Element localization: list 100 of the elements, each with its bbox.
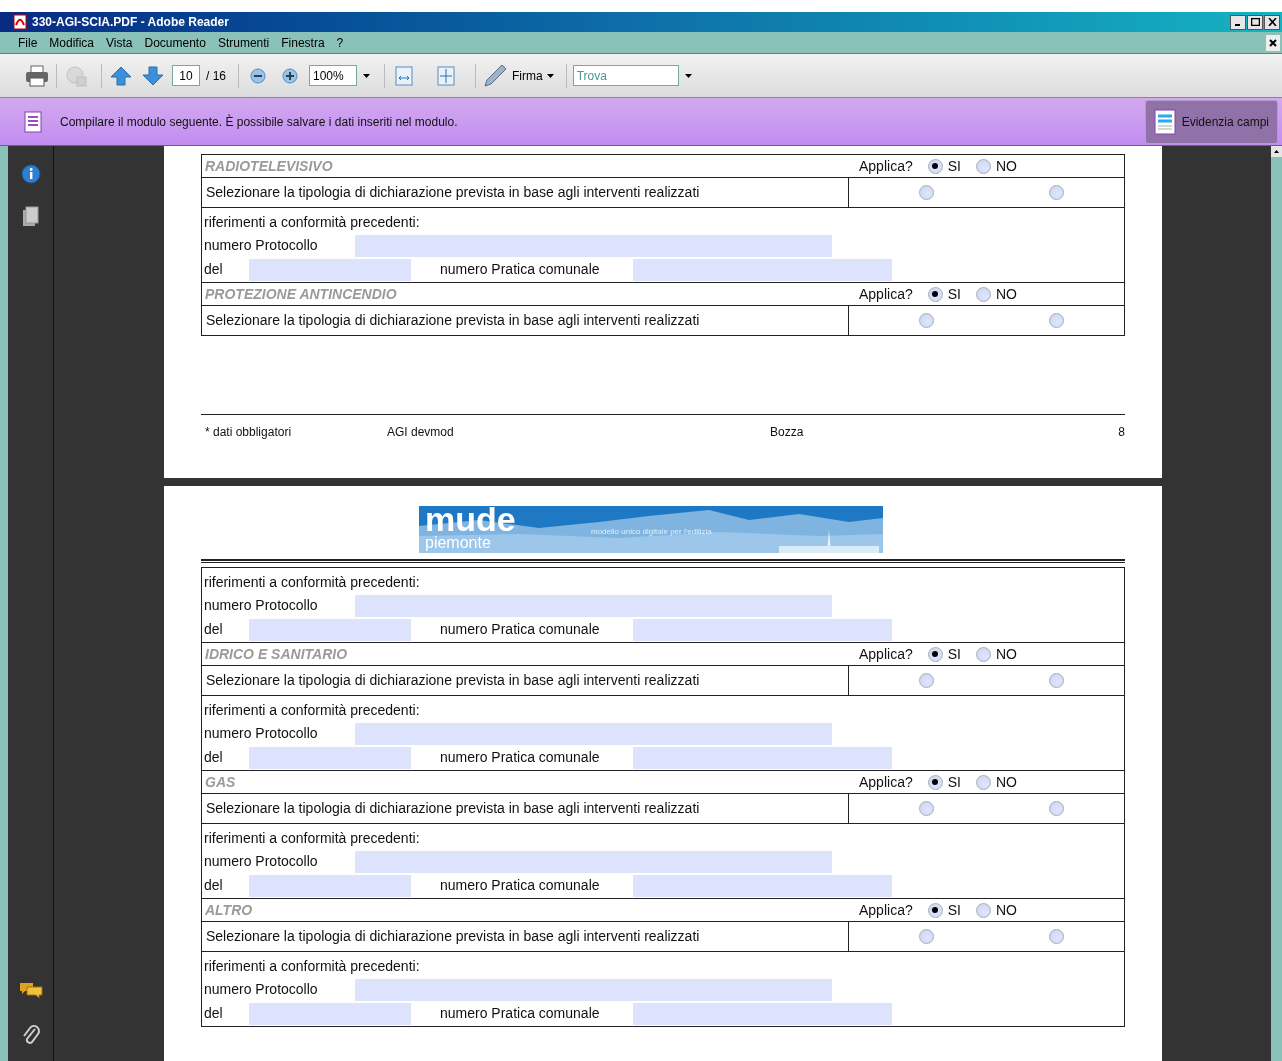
radio-label: SI bbox=[947, 156, 961, 176]
paperclip-icon[interactable] bbox=[20, 1023, 41, 1047]
radio-button[interactable] bbox=[919, 801, 934, 816]
radio-button[interactable] bbox=[1049, 801, 1064, 816]
close-button[interactable] bbox=[1264, 14, 1280, 30]
caret-icon[interactable] bbox=[684, 73, 692, 78]
input-field[interactable] bbox=[249, 746, 411, 769]
radio-button[interactable] bbox=[919, 185, 934, 200]
close-icon bbox=[1267, 18, 1277, 26]
radio-button[interactable] bbox=[1049, 929, 1064, 944]
minimize-button[interactable] bbox=[1230, 14, 1246, 30]
input-field[interactable] bbox=[249, 618, 411, 641]
zoom-field[interactable]: 100% bbox=[309, 65, 357, 86]
radio-button[interactable] bbox=[1049, 673, 1064, 688]
radio-button[interactable] bbox=[975, 774, 991, 790]
menu-item[interactable]: Finestra bbox=[281, 33, 325, 52]
selection-prompt: Selezionare la tipologia di dichiarazione prevista in base agli interventi realizzati bbox=[206, 799, 700, 818]
applica-label: Applica? bbox=[859, 284, 913, 304]
input-field[interactable] bbox=[249, 258, 411, 281]
maximize-button[interactable] bbox=[1247, 14, 1263, 30]
menu-item[interactable]: File bbox=[18, 33, 38, 52]
form-code: AGI devmod bbox=[387, 424, 455, 441]
pdf-icon bbox=[12, 14, 28, 30]
radio-label: NO bbox=[995, 900, 1017, 920]
close-icon bbox=[1269, 38, 1277, 47]
radio-button[interactable] bbox=[919, 313, 934, 328]
arrow-up-icon bbox=[1274, 150, 1279, 153]
field-label: numero Protocollo bbox=[204, 852, 319, 871]
radio-button[interactable] bbox=[927, 646, 943, 662]
document-status: Bozza bbox=[770, 424, 804, 441]
radio-button[interactable] bbox=[927, 902, 943, 918]
pen-icon bbox=[482, 62, 508, 89]
radio-button[interactable] bbox=[927, 158, 943, 174]
window-title: 330-AGI-SCIA.PDF - Adobe Reader bbox=[32, 14, 229, 31]
plus-icon bbox=[282, 67, 298, 84]
highlight-fields-button[interactable]: Evidenzia campi bbox=[1144, 99, 1278, 144]
section-title: RADIOTELEVISIVO bbox=[204, 156, 334, 176]
field-label: numero Protocollo bbox=[204, 980, 319, 999]
search-field[interactable]: Trova bbox=[572, 65, 679, 86]
radio-button[interactable] bbox=[975, 286, 991, 302]
applica-label: Applica? bbox=[859, 644, 913, 664]
radio-button[interactable] bbox=[1049, 313, 1064, 328]
field-label: numero Pratica comunale bbox=[439, 748, 601, 767]
input-field[interactable] bbox=[633, 874, 892, 897]
arrow-down-icon bbox=[142, 64, 164, 87]
input-field[interactable] bbox=[249, 1002, 411, 1025]
references-heading: riferimenti a conformità precedenti: bbox=[204, 213, 421, 232]
scroll-up-button[interactable] bbox=[1271, 146, 1282, 157]
field-label: del bbox=[204, 876, 224, 895]
radio-label: SI bbox=[947, 284, 961, 304]
info-icon[interactable] bbox=[20, 164, 41, 184]
logo-wordmark: mude bbox=[425, 506, 516, 536]
menu-item[interactable]: Strumenti bbox=[217, 33, 270, 52]
field-label: del bbox=[204, 1004, 224, 1023]
close-document-button[interactable] bbox=[1266, 34, 1280, 51]
radio-button[interactable] bbox=[975, 646, 991, 662]
input-field[interactable] bbox=[633, 746, 892, 769]
print-button[interactable] bbox=[24, 62, 50, 89]
section-title: PROTEZIONE ANTINCENDIO bbox=[204, 284, 398, 304]
radio-button[interactable] bbox=[919, 673, 934, 688]
field-label: numero Pratica comunale bbox=[439, 876, 601, 895]
form-icon bbox=[24, 110, 42, 133]
caret-icon[interactable] bbox=[363, 73, 370, 78]
input-field[interactable] bbox=[355, 594, 832, 617]
input-field[interactable] bbox=[249, 874, 411, 897]
arrow-up-icon bbox=[110, 64, 132, 87]
radio-button[interactable] bbox=[919, 929, 934, 944]
footer-note: * dati obbligatori bbox=[204, 424, 293, 441]
input-field[interactable] bbox=[355, 978, 832, 1001]
input-field[interactable] bbox=[633, 618, 892, 641]
fit-width-icon bbox=[395, 65, 413, 86]
caret-icon bbox=[546, 73, 554, 78]
input-field[interactable] bbox=[355, 234, 832, 257]
input-field[interactable] bbox=[355, 722, 832, 745]
page-number-field[interactable]: 10 bbox=[172, 65, 200, 86]
page-number: 8 bbox=[1118, 424, 1125, 441]
menu-item[interactable]: ? bbox=[336, 33, 344, 52]
radio-label: SI bbox=[947, 900, 961, 920]
radio-button[interactable] bbox=[1049, 185, 1064, 200]
comments-icon[interactable] bbox=[18, 981, 43, 1001]
input-field[interactable] bbox=[633, 1002, 892, 1025]
form-icon bbox=[1153, 108, 1176, 135]
input-field[interactable] bbox=[355, 850, 832, 873]
references-heading: riferimenti a conformità precedenti: bbox=[204, 957, 421, 976]
applica-label: Applica? bbox=[859, 772, 913, 792]
input-field[interactable] bbox=[633, 258, 892, 281]
menu-item[interactable]: Documento bbox=[144, 33, 206, 52]
menu-item[interactable]: Vista bbox=[106, 33, 133, 52]
radio-label: NO bbox=[995, 156, 1017, 176]
references-heading: riferimenti a conformità precedenti: bbox=[204, 701, 421, 720]
selection-prompt: Selezionare la tipologia di dichiarazione prevista in base agli interventi realizzati bbox=[206, 671, 700, 690]
sign-button[interactable]: Firma bbox=[482, 62, 554, 89]
radio-button[interactable] bbox=[975, 158, 991, 174]
radio-button[interactable] bbox=[927, 774, 943, 790]
radio-button[interactable] bbox=[975, 902, 991, 918]
pages-icon[interactable] bbox=[21, 206, 40, 228]
field-label: del bbox=[204, 620, 224, 639]
radio-button[interactable] bbox=[927, 286, 943, 302]
menu-item[interactable]: Modifica bbox=[49, 33, 95, 52]
field-label: numero Protocollo bbox=[204, 236, 319, 255]
